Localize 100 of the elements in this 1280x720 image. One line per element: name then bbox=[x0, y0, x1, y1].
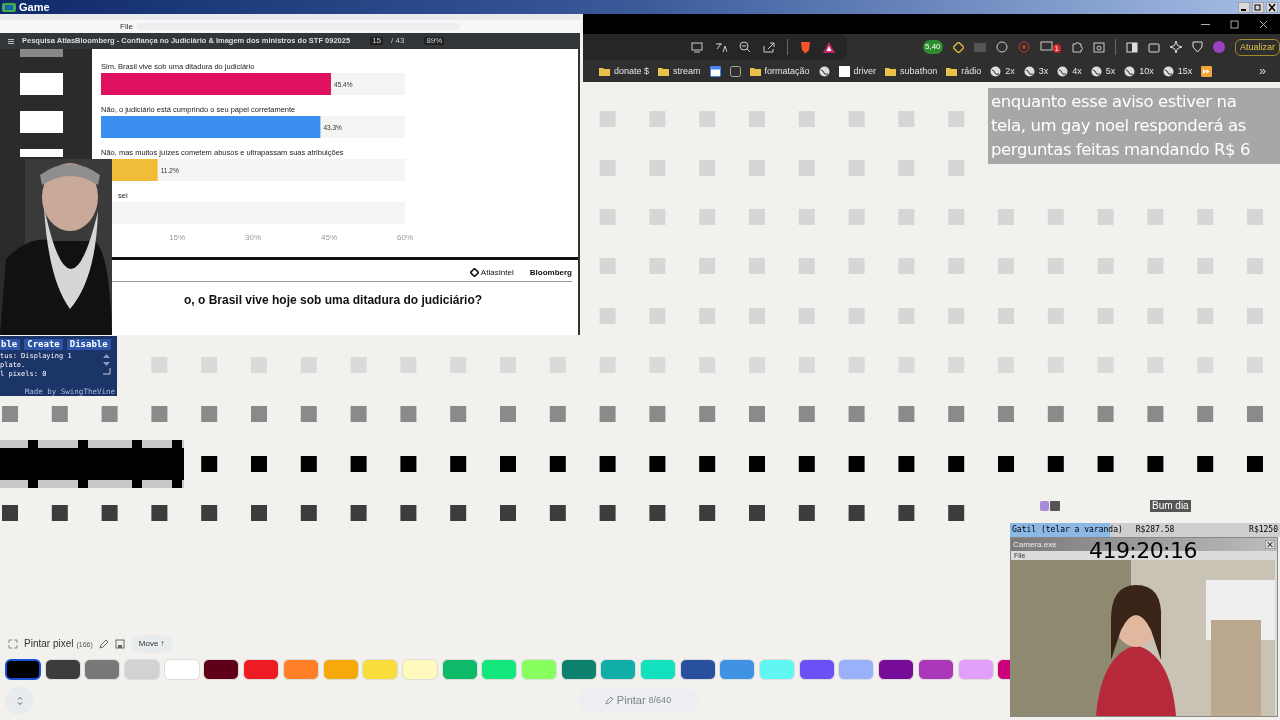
bookmark[interactable]: formatação bbox=[749, 65, 810, 77]
collapse-button[interactable] bbox=[5, 686, 34, 715]
page-thumbnail[interactable] bbox=[20, 73, 63, 95]
close-icon[interactable] bbox=[1259, 19, 1268, 29]
shield-icon[interactable] bbox=[1192, 41, 1203, 53]
pixel-tile[interactable] bbox=[599, 308, 616, 324]
bookmark[interactable]: 4x bbox=[1057, 65, 1082, 77]
pixel-tile[interactable] bbox=[898, 357, 915, 373]
pixel-tile[interactable] bbox=[1097, 308, 1114, 324]
pixel-tile[interactable] bbox=[350, 357, 367, 373]
pixel-tile[interactable] bbox=[151, 406, 168, 422]
pixel-tile[interactable] bbox=[549, 357, 566, 373]
pixel-tile[interactable] bbox=[649, 505, 666, 521]
pixel-tile[interactable] bbox=[201, 406, 218, 422]
globe-bookmark-icon[interactable] bbox=[818, 65, 830, 77]
extension-icon[interactable] bbox=[995, 41, 1008, 53]
sparkle-icon[interactable] bbox=[1170, 41, 1182, 53]
pixel-tile[interactable] bbox=[300, 357, 317, 373]
pixel-tile[interactable] bbox=[898, 111, 915, 127]
wallet-icon[interactable] bbox=[1148, 41, 1160, 53]
pixel-tile[interactable] bbox=[500, 505, 516, 521]
update-button[interactable]: Atualizar bbox=[1235, 38, 1280, 56]
pixel-tile[interactable] bbox=[1247, 406, 1263, 422]
pixel-tile[interactable] bbox=[1097, 406, 1114, 422]
pixel-tile[interactable] bbox=[400, 357, 417, 373]
cast-icon[interactable] bbox=[690, 41, 703, 53]
pixel-tile[interactable] bbox=[998, 357, 1014, 373]
pixel-tile[interactable] bbox=[1147, 258, 1164, 274]
pixel-tile[interactable] bbox=[1097, 209, 1114, 225]
fullscreen-icon[interactable] bbox=[8, 639, 18, 649]
page-number-field[interactable]: 15 bbox=[370, 37, 384, 45]
scroll-arrows-icon[interactable] bbox=[102, 353, 111, 375]
restore-icon[interactable] bbox=[1252, 1, 1264, 13]
pixel-tile[interactable] bbox=[1197, 456, 1214, 472]
pixel-tile[interactable] bbox=[251, 406, 267, 422]
pixel-tile[interactable] bbox=[599, 111, 616, 127]
pixel-tile[interactable] bbox=[1247, 308, 1263, 324]
share-icon[interactable] bbox=[762, 41, 775, 53]
pixel-tile[interactable] bbox=[51, 505, 68, 521]
pixel-tile[interactable] bbox=[948, 308, 965, 324]
pixel-tile[interactable] bbox=[1097, 357, 1114, 373]
pixel-tile[interactable] bbox=[599, 258, 616, 274]
pixel-tile[interactable] bbox=[798, 406, 815, 422]
panel-button[interactable]: Disable bbox=[66, 339, 111, 350]
pixel-tile[interactable] bbox=[201, 456, 218, 472]
pixel-tile[interactable] bbox=[699, 406, 716, 422]
chat-icon[interactable] bbox=[1039, 41, 1053, 53]
bookmark[interactable]: 3x bbox=[1023, 65, 1049, 77]
panel-button[interactable]: ble bbox=[0, 339, 21, 350]
bookmark[interactable]: 10x bbox=[1124, 65, 1154, 77]
pixel-tile[interactable] bbox=[1247, 357, 1263, 373]
pixel-tile[interactable] bbox=[699, 258, 716, 274]
pixel-tile[interactable] bbox=[400, 505, 417, 521]
pixel-tile[interactable] bbox=[251, 357, 267, 373]
pixel-tile[interactable] bbox=[450, 406, 467, 422]
pixel-tile[interactable] bbox=[350, 456, 367, 472]
pixel-tile[interactable] bbox=[699, 308, 716, 324]
pixel-tile[interactable] bbox=[1147, 308, 1164, 324]
pixel-tile[interactable] bbox=[649, 111, 666, 127]
pixel-tile[interactable] bbox=[1047, 357, 1064, 373]
page-thumbnail[interactable] bbox=[20, 49, 63, 57]
triangle-icon[interactable] bbox=[822, 41, 835, 53]
pixel-tile[interactable] bbox=[948, 160, 965, 176]
restore-icon[interactable] bbox=[1230, 19, 1239, 29]
pixel-tile[interactable] bbox=[51, 406, 68, 422]
pixel-tile[interactable] bbox=[151, 357, 168, 373]
pixel-tile[interactable] bbox=[1197, 357, 1214, 373]
pixel-tile[interactable] bbox=[699, 357, 716, 373]
pixel-tile[interactable] bbox=[251, 505, 267, 521]
fast-forward-bookmark-icon[interactable] bbox=[1201, 65, 1213, 77]
pixel-tile[interactable] bbox=[898, 505, 915, 521]
pixel-tile[interactable] bbox=[948, 258, 965, 274]
pixel-tile[interactable] bbox=[649, 456, 666, 472]
pixel-tile[interactable] bbox=[1047, 406, 1064, 422]
pixel-tile[interactable] bbox=[300, 456, 317, 472]
pixel-tile[interactable] bbox=[1247, 209, 1263, 225]
pixel-tile[interactable] bbox=[450, 357, 467, 373]
pixel-tile[interactable] bbox=[201, 505, 218, 521]
minimize-icon[interactable] bbox=[1238, 1, 1250, 13]
pixel-tile[interactable] bbox=[201, 357, 218, 373]
pixel-tile[interactable] bbox=[948, 456, 965, 472]
pixel-tile[interactable] bbox=[101, 406, 118, 422]
pixel-tile[interactable] bbox=[649, 308, 666, 324]
bookmark[interactable]: donate $ bbox=[599, 65, 650, 77]
pixel-tile[interactable] bbox=[549, 505, 566, 521]
bookmarks-overflow-button[interactable]: » bbox=[1259, 65, 1266, 77]
pixel-tile[interactable] bbox=[998, 258, 1014, 274]
panel-button[interactable]: Create bbox=[24, 339, 63, 350]
pixel-tile[interactable] bbox=[998, 456, 1014, 472]
page-thumbnail[interactable] bbox=[20, 111, 63, 133]
pixel-tile[interactable] bbox=[151, 505, 168, 521]
sidebar-icon[interactable] bbox=[1126, 41, 1138, 53]
pixel-tile[interactable] bbox=[599, 456, 616, 472]
pixel-tile[interactable] bbox=[749, 357, 765, 373]
pixel-tile[interactable] bbox=[749, 505, 765, 521]
pixel-tile[interactable] bbox=[500, 357, 516, 373]
diamond-icon[interactable] bbox=[952, 41, 964, 53]
pixel-tile[interactable] bbox=[898, 406, 915, 422]
translate-icon[interactable] bbox=[714, 41, 727, 53]
shield-icon[interactable] bbox=[799, 40, 811, 54]
